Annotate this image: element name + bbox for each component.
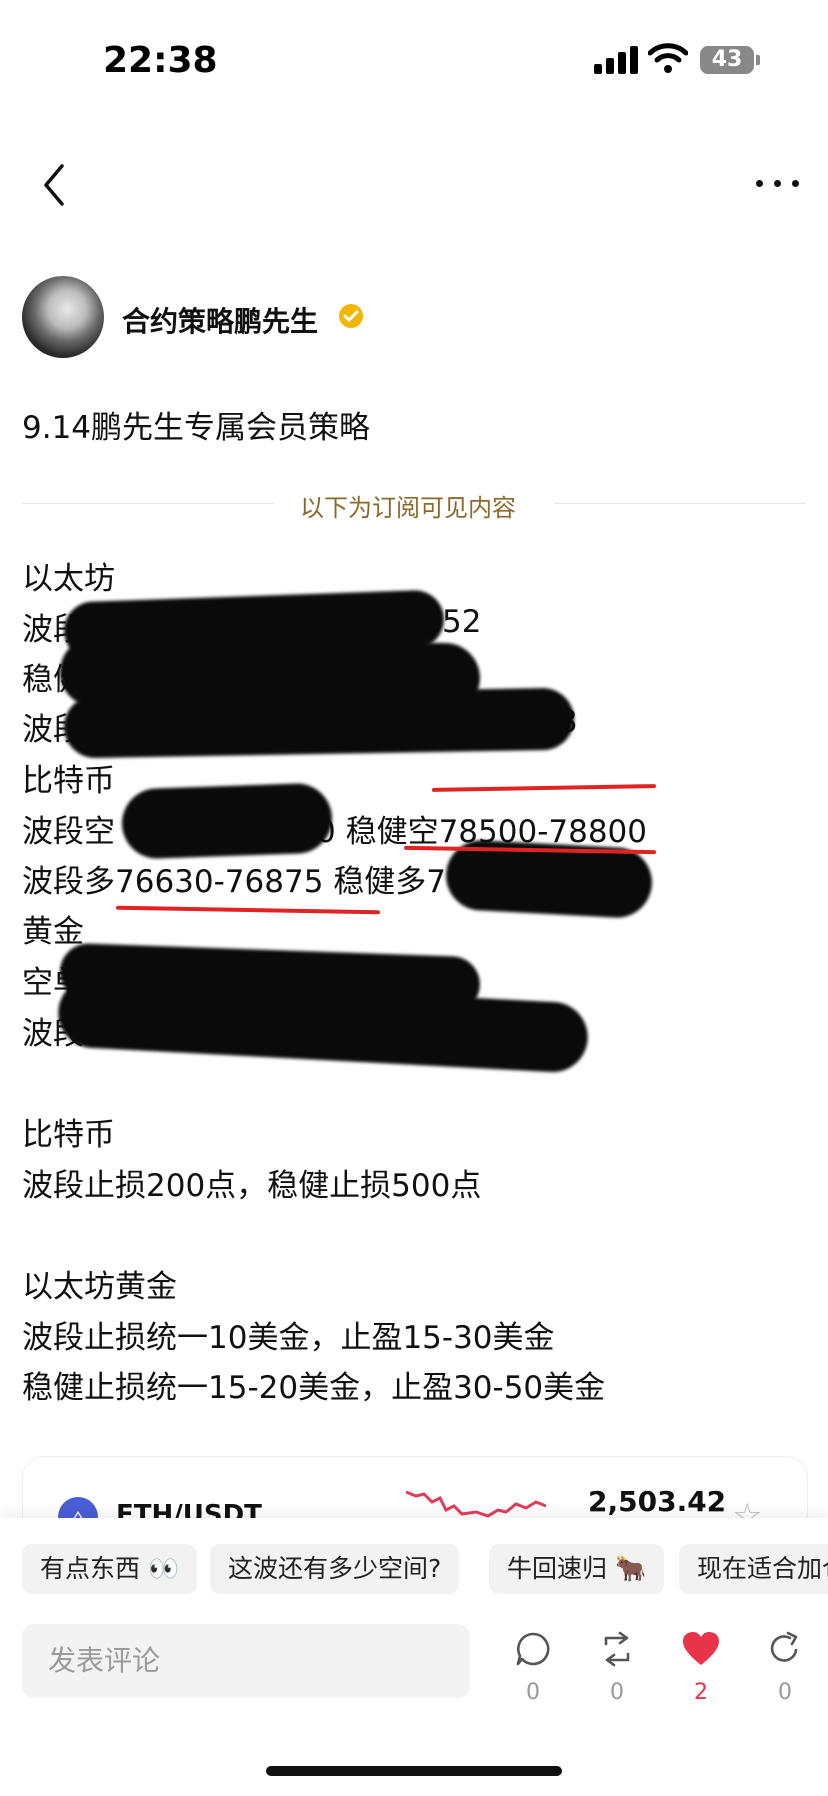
- battery-icon: 43: [700, 46, 754, 74]
- post-line: 波段多76630-76875 稳健多7: [22, 864, 446, 900]
- like-count: 2: [694, 1680, 708, 1705]
- post-line: 稳健止损统一15-20美金，止盈30-50美金: [22, 1370, 606, 1406]
- red-underline: [115, 905, 381, 915]
- share-button[interactable]: 0: [755, 1630, 815, 1705]
- divider-left: [22, 503, 274, 504]
- repost-count: 0: [610, 1680, 624, 1705]
- post-line: 黄金: [22, 914, 84, 950]
- post-line: 比特币: [22, 1117, 115, 1153]
- back-icon[interactable]: [36, 160, 76, 210]
- heart-icon: [683, 1632, 719, 1665]
- post-title: 9.14鹏先生专属会员策略: [22, 410, 371, 446]
- market-price: 2,503.42: [588, 1485, 727, 1518]
- post-line: 52: [442, 604, 482, 640]
- quick-reply-chip[interactable]: 有点东西 👀: [22, 1544, 198, 1594]
- red-underline: [431, 784, 657, 792]
- comment-button[interactable]: 0: [503, 1630, 563, 1705]
- quick-reply-chip[interactable]: 现在适合加仓: [679, 1544, 828, 1594]
- share-icon: [770, 1631, 798, 1662]
- sparkline-chart: [406, 1490, 546, 1518]
- redaction-scribble: [56, 976, 590, 1074]
- author-name[interactable]: 合约策略鹏先生: [122, 300, 318, 340]
- redaction-scribble: [120, 782, 334, 860]
- home-indicator: [266, 1766, 562, 1776]
- post-line: 比特币: [22, 763, 115, 799]
- post-line: 波段止损统一10美金，止盈15-30美金: [22, 1320, 555, 1356]
- repost-icon: [604, 1631, 630, 1667]
- comment-input[interactable]: 发表评论: [22, 1624, 470, 1698]
- status-time: 22:38: [103, 40, 218, 81]
- signal-icon: [594, 46, 638, 74]
- more-options-icon[interactable]: [756, 176, 806, 196]
- post-line: 以太坊: [22, 561, 115, 597]
- verified-badge-icon: [339, 304, 363, 328]
- quick-reply-chip[interactable]: 这波还有多少空间?: [210, 1544, 460, 1594]
- like-button[interactable]: 2: [671, 1630, 731, 1705]
- avatar[interactable]: [22, 276, 104, 358]
- divider-right: [554, 503, 806, 504]
- battery-tip: [756, 55, 760, 65]
- post-line: 以太坊黄金: [22, 1269, 177, 1305]
- share-count: 0: [778, 1680, 792, 1705]
- comment-icon: [516, 1632, 550, 1666]
- quick-reply-chip[interactable]: 牛回速归 🐂: [489, 1544, 665, 1594]
- redaction-scribble: [63, 687, 575, 759]
- repost-button[interactable]: 0: [587, 1630, 647, 1705]
- comment-count: 0: [526, 1680, 540, 1705]
- wifi-icon: [648, 43, 688, 73]
- post-line: 波段止损200点，稳健止损500点: [22, 1168, 482, 1204]
- subscriber-divider-label: 以下为订阅可见内容: [300, 494, 516, 522]
- post-line: 波段空: [22, 814, 115, 850]
